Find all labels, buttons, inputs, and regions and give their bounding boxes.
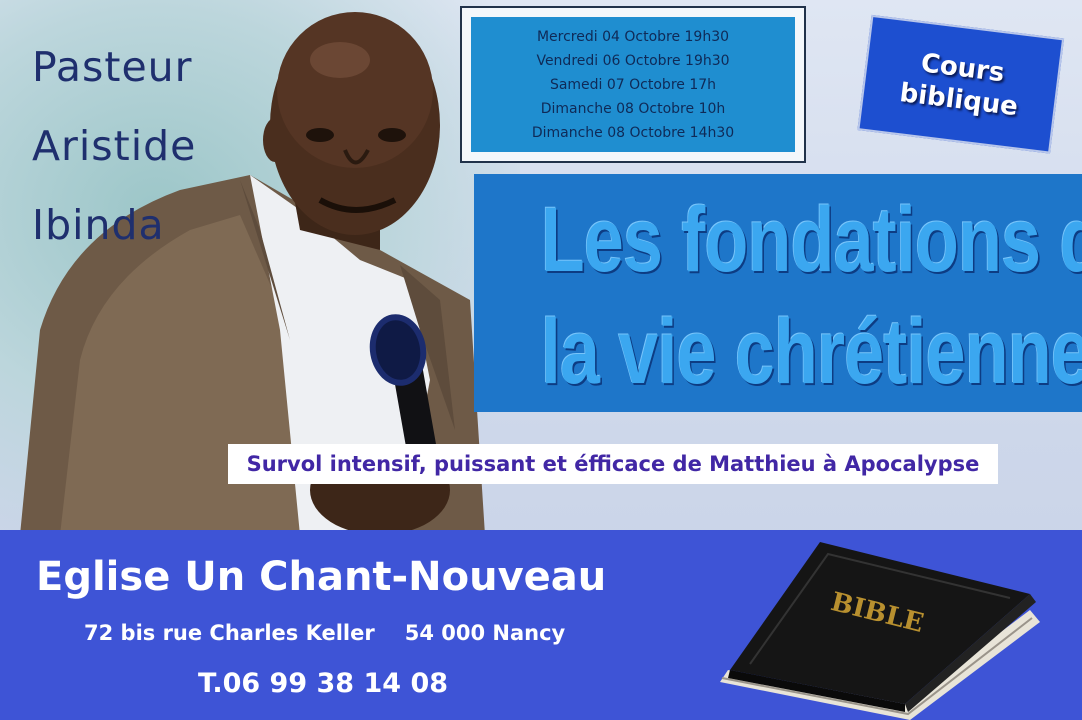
schedule-item: Mercredi 04 Octobre 19h30: [536, 28, 730, 45]
pastor-title: Pasteur: [32, 43, 193, 91]
event-title: Les fondations de la vie chrétienne: [474, 184, 1082, 408]
title-line-1: Les fondations de: [540, 189, 1082, 291]
pastor-name: Pasteur Aristide Ibinda: [32, 28, 262, 265]
church-address: 72 bis rue Charles Keller 54 000 Nancy: [84, 621, 565, 645]
schedule-item: Dimanche 08 Octobre 10h: [540, 100, 726, 117]
bible-book-icon: BIBLE: [720, 542, 1040, 720]
schedule-item: Samedi 07 Octobre 17h: [549, 76, 717, 93]
church-name: Eglise Un Chant-Nouveau: [36, 554, 607, 600]
street-address: 72 bis rue Charles Keller: [84, 621, 375, 645]
title-line-2: la vie chrétienne: [540, 301, 1082, 403]
city-address: 54 000 Nancy: [404, 621, 566, 645]
phone-number: T.06 99 38 14 08: [198, 668, 449, 699]
schedule-item: Dimanche 08 Octobre 14h30: [531, 124, 735, 141]
event-subtitle: Survol intensif, puissant et éfficace de…: [228, 444, 998, 484]
schedule-item: Vendredi 06 Octobre 19h30: [536, 52, 730, 69]
schedule-box: Mercredi 04 Octobre 19h30 Vendredi 06 Oc…: [462, 8, 804, 161]
pastor-last-name: Ibinda: [32, 201, 165, 249]
badge-box: Cours biblique: [857, 14, 1065, 154]
pastor-first-name: Aristide: [32, 122, 197, 170]
cours-biblique-badge: Cours biblique: [857, 14, 1065, 154]
event-poster: Pasteur Aristide Ibinda Mercredi 04 Octo…: [0, 0, 1082, 720]
